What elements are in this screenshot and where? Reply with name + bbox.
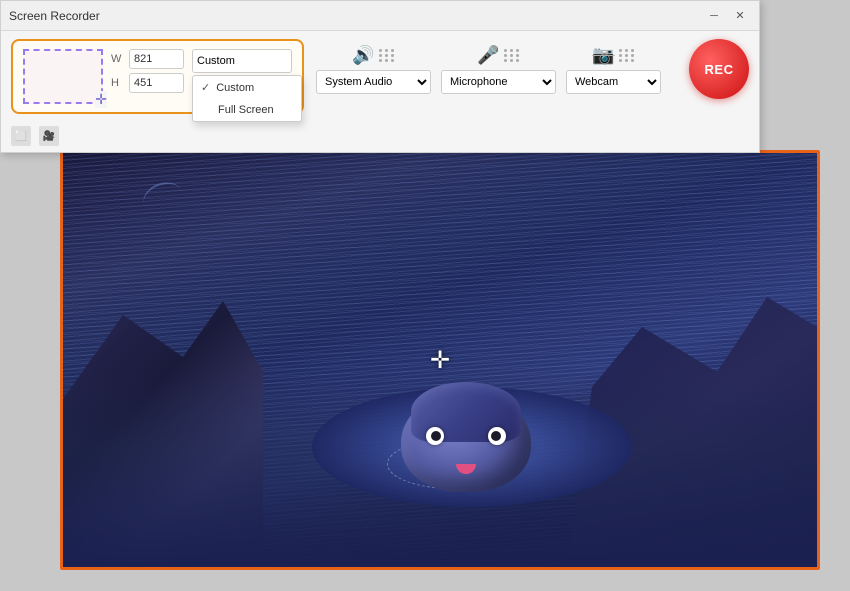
creature — [401, 392, 531, 492]
width-label: W — [111, 53, 125, 65]
creature-eye-left — [426, 427, 444, 445]
width-row: W — [111, 49, 184, 69]
webcam-select[interactable]: Webcam — [566, 70, 661, 94]
speaker-icon: 🔊 — [352, 45, 374, 66]
dropdown-item-custom-label: Custom — [216, 82, 254, 94]
bottom-icon-2[interactable]: 🎥 — [39, 126, 59, 146]
microphone-icons: 🎤 — [477, 45, 519, 66]
mode-section: Custom Full Screen Custom Full Screen — [192, 49, 292, 99]
webcam-icon: 📷 — [592, 45, 614, 66]
system-audio-select[interactable]: System Audio — [316, 70, 431, 94]
webcam-group: 📷 Webcam — [566, 45, 661, 94]
window-title: Screen Recorder — [9, 9, 100, 23]
microphone-icon: 🎤 — [477, 45, 499, 66]
dimension-box: W H — [111, 49, 184, 93]
preview-frame — [23, 49, 103, 104]
height-input[interactable] — [129, 73, 184, 93]
system-audio-icons: 🔊 — [352, 45, 394, 66]
creature-mouth — [456, 464, 476, 474]
microphone-select[interactable]: Microphone — [441, 70, 556, 94]
titlebar: Screen Recorder ─ ✕ — [1, 1, 759, 31]
background-scene: ✛ — [60, 150, 820, 570]
height-label: H — [111, 77, 125, 89]
close-button[interactable]: ✕ — [729, 5, 751, 27]
microphone-group: 🎤 Microphone — [441, 45, 556, 94]
bottom-icons-row: ⬜ 🎥 — [1, 122, 759, 152]
dropdown-item-fullscreen-label: Full Screen — [218, 104, 274, 116]
speaker-dots — [379, 49, 395, 62]
mode-dropdown-menu: Custom Full Screen — [192, 75, 302, 122]
bottom-icon-1[interactable]: ⬜ — [11, 126, 31, 146]
audio-section: 🔊 System Audio 🎤 — [316, 39, 749, 99]
minimize-button[interactable]: ─ — [703, 5, 725, 27]
webcam-dots — [619, 49, 635, 62]
mode-select[interactable]: Custom Full Screen — [192, 49, 292, 73]
dropdown-item-fullscreen[interactable]: Full Screen — [193, 99, 301, 121]
width-input[interactable] — [129, 49, 184, 69]
microphone-dots — [504, 49, 520, 62]
webcam-icons: 📷 — [592, 45, 634, 66]
move-cursor-icon: ✛ — [425, 345, 455, 375]
screen-recorder-window: Screen Recorder ─ ✕ W H — [0, 0, 760, 153]
toolbar: W H Custom Full Screen — [1, 31, 759, 122]
dropdown-item-custom[interactable]: Custom — [193, 76, 301, 99]
rec-button[interactable]: REC — [689, 39, 749, 99]
creature-eye-right — [488, 427, 506, 445]
creature-body — [401, 392, 531, 492]
mode-dropdown-wrapper: Custom Full Screen Custom Full Screen — [192, 49, 292, 73]
height-row: H — [111, 73, 184, 93]
system-audio-group: 🔊 System Audio — [316, 45, 431, 94]
window-controls: ─ ✕ — [703, 5, 751, 27]
record-area-section: W H Custom Full Screen — [11, 39, 304, 114]
